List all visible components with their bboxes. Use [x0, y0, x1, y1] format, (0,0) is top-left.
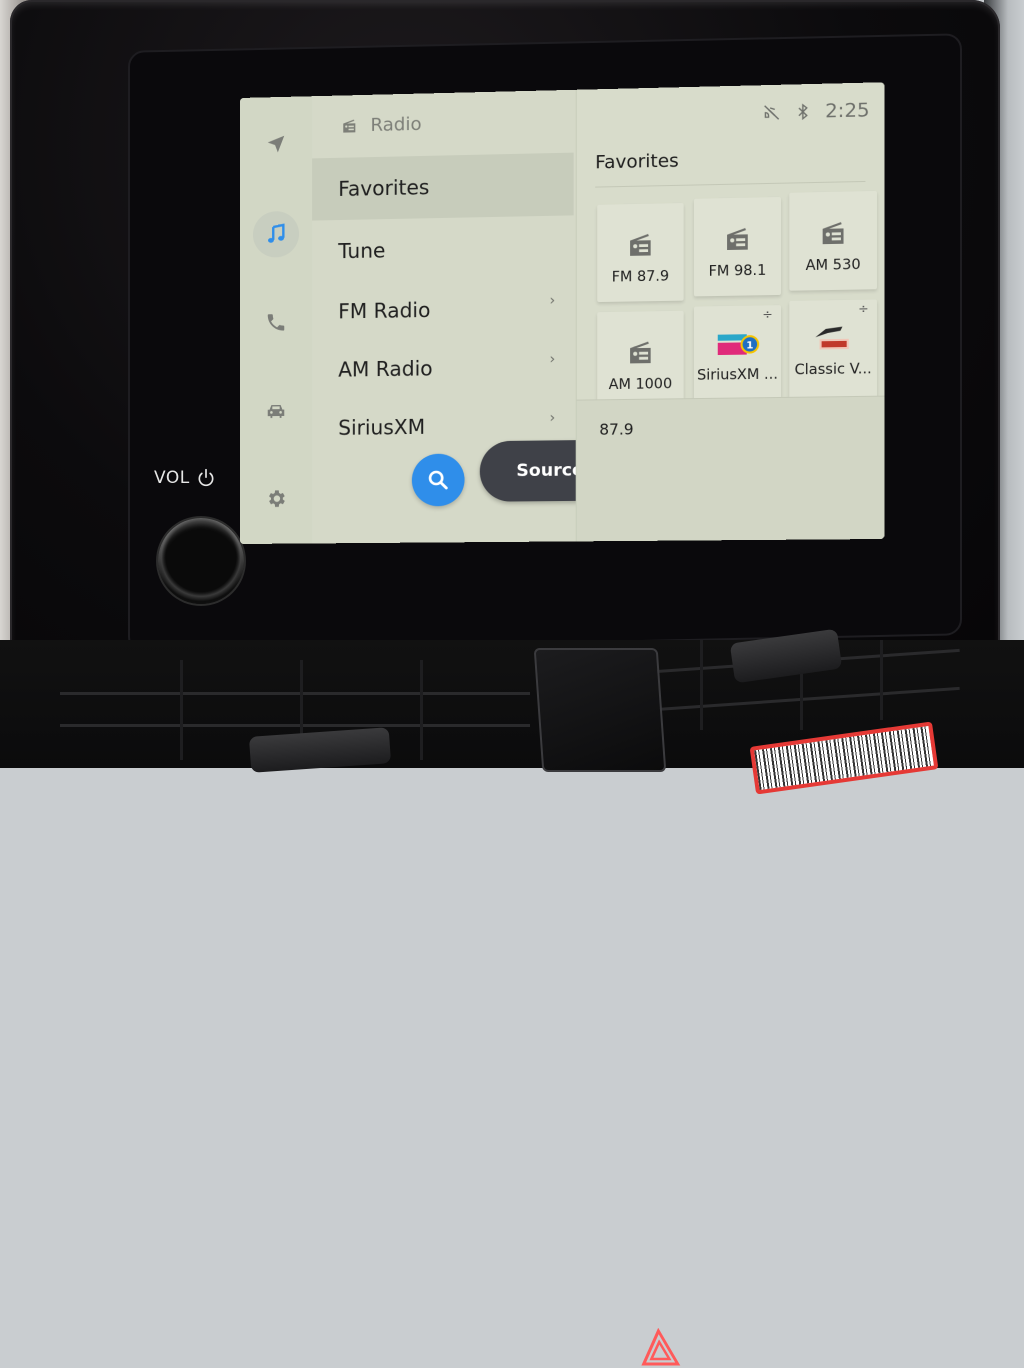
- favorites-pane: 2:25 Favorites FM 87.9 FM 98.1 AM 530 AM…: [575, 82, 885, 543]
- menu-item-am-radio[interactable]: AM Radio ›: [312, 335, 574, 401]
- rail-vehicle-button[interactable]: [253, 387, 299, 434]
- search-icon: [426, 468, 450, 492]
- favorite-tile-siriusxm[interactable]: ÷ 1 SiriusXM ...: [693, 305, 782, 405]
- phone-icon: [267, 313, 284, 331]
- menu-header-title: Radio: [370, 113, 422, 137]
- music-note-icon: [267, 223, 285, 243]
- menu-item-label: FM Radio: [338, 297, 431, 324]
- chevron-right-icon: ›: [549, 292, 556, 309]
- status-bar: 2:25: [763, 99, 870, 124]
- menu-item-label: Tune: [338, 238, 386, 264]
- radio-icon: [343, 119, 356, 133]
- favorite-tile-classic-vinyl[interactable]: ÷ Classic V...: [789, 299, 877, 399]
- tile-label: Classic V...: [794, 360, 872, 379]
- tile-label: FM 98.1: [708, 262, 767, 280]
- rail-settings-button[interactable]: [253, 475, 299, 521]
- menu-item-favorites[interactable]: Favorites: [312, 152, 574, 221]
- bluetooth-icon: [794, 102, 813, 121]
- menu-item-label: AM Radio: [338, 356, 433, 382]
- volume-label: VOL: [154, 468, 190, 488]
- tile-label: FM 87.9: [611, 268, 670, 286]
- favorite-tile-fm-98-1[interactable]: FM 98.1: [693, 196, 782, 297]
- classic-vinyl-logo: [815, 326, 849, 350]
- now-playing-bar[interactable]: 87.9: [576, 395, 885, 543]
- tile-label: AM 1000: [608, 376, 673, 394]
- hazard-triangle-icon: [641, 1328, 681, 1366]
- hazard-button[interactable]: [533, 648, 681, 1366]
- favorites-title: Favorites: [595, 150, 679, 174]
- radio-icon: [630, 233, 651, 256]
- favorite-tile-am-530[interactable]: AM 530: [789, 190, 877, 291]
- siriusxm-hits1-logo: 1: [717, 330, 760, 359]
- volume-power-label: VOL: [154, 468, 216, 488]
- svg-text:1: 1: [746, 340, 753, 351]
- now-playing-station: 87.9: [599, 420, 634, 439]
- radio-icon: [630, 341, 651, 364]
- rail-navigation-button[interactable]: [253, 121, 299, 168]
- volume-knob[interactable]: [158, 518, 244, 604]
- rail-media-button[interactable]: [252, 210, 300, 258]
- radio-icon: [727, 227, 748, 251]
- search-button[interactable]: [411, 453, 465, 507]
- power-icon: [198, 468, 214, 487]
- infotainment-screen: Radio Favorites Tune FM Radio › AM Radio…: [240, 82, 885, 544]
- car-icon: [267, 404, 284, 418]
- navigation-arrow-icon: [267, 135, 284, 153]
- clock: 2:25: [825, 98, 870, 123]
- tile-label: SiriusXM ...: [697, 366, 778, 384]
- radio-icon: [822, 222, 844, 245]
- app-rail: [240, 96, 314, 544]
- menu-item-label: Favorites: [338, 174, 430, 201]
- menu-header: Radio: [340, 113, 422, 137]
- rail-phone-button[interactable]: [253, 299, 299, 346]
- divider: [595, 180, 866, 188]
- radio-menu: Radio Favorites Tune FM Radio › AM Radio…: [312, 89, 632, 544]
- voice-muted-icon: [763, 103, 782, 122]
- menu-item-fm-radio[interactable]: FM Radio ›: [312, 276, 574, 343]
- favorite-tile-am-1000[interactable]: AM 1000: [597, 310, 684, 410]
- gear-icon: [268, 489, 285, 507]
- menu-item-label: SiriusXM: [338, 414, 426, 440]
- chevron-right-icon: ›: [549, 410, 556, 427]
- chevron-right-icon: ›: [549, 351, 556, 368]
- favorite-tile-fm-87-9[interactable]: FM 87.9: [597, 203, 684, 303]
- reorder-icon: ÷: [858, 301, 869, 317]
- reorder-icon: ÷: [762, 307, 773, 322]
- tile-label: AM 530: [805, 256, 861, 275]
- menu-item-tune[interactable]: Tune: [312, 215, 574, 282]
